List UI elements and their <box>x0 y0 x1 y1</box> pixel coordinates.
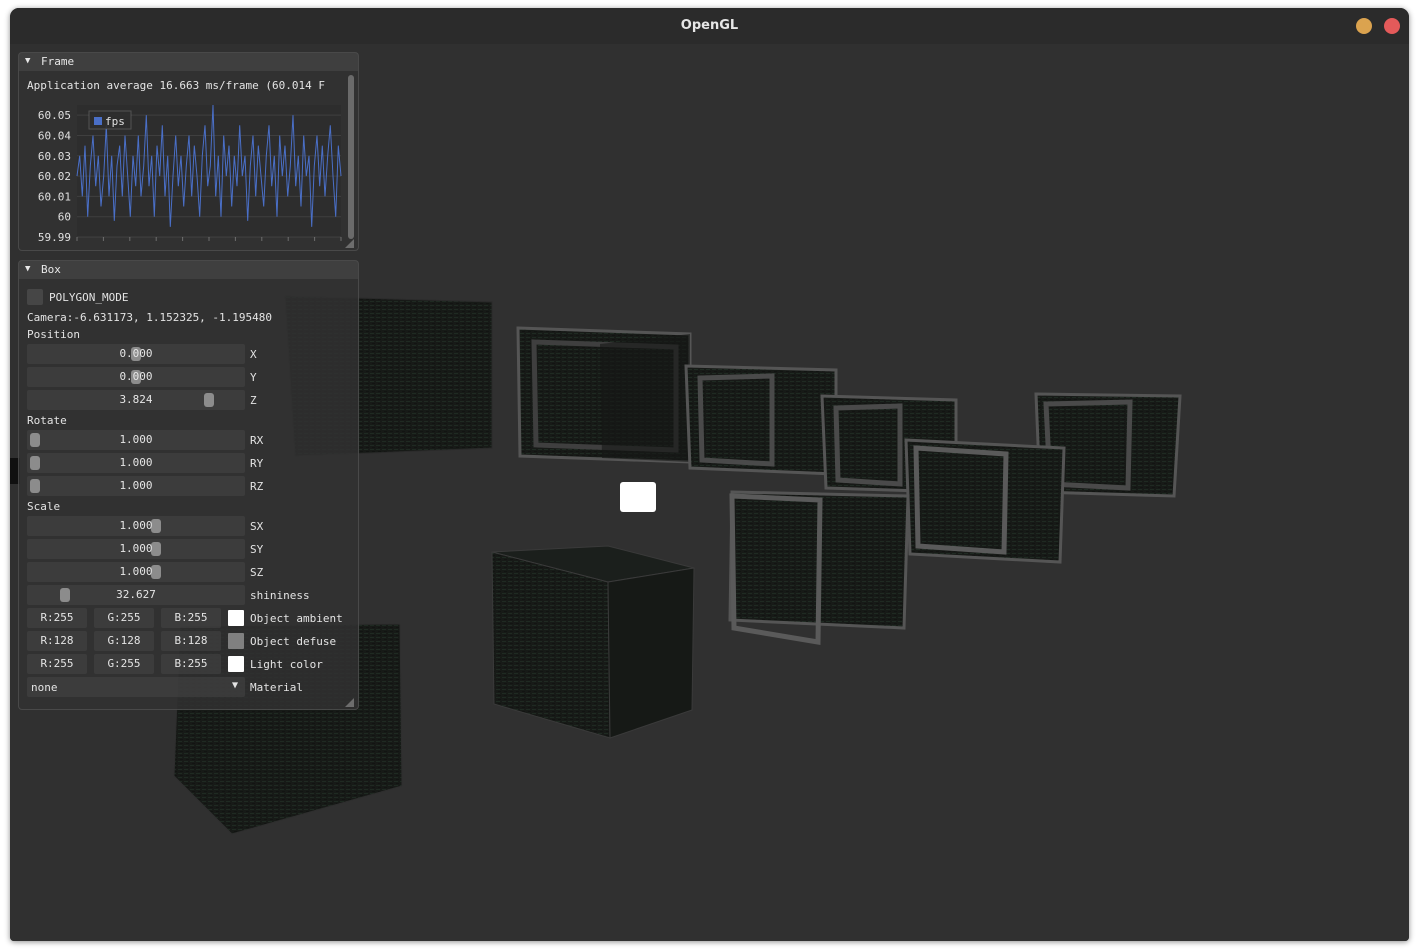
defuse-b-field[interactable]: B:128 <box>161 631 221 651</box>
ambient-r-field[interactable]: R:255 <box>27 608 87 628</box>
position-x-slider[interactable]: 0.000 <box>27 344 245 364</box>
rotate-x-slider[interactable]: 1.000 <box>27 430 245 450</box>
frame-panel: ▼ Frame Application average 16.663 ms/fr… <box>18 52 359 251</box>
slider-value: 1.000 <box>119 542 153 555</box>
frame-panel-header[interactable]: ▼ Frame <box>19 53 358 71</box>
defuse-r-field[interactable]: R:128 <box>27 631 87 651</box>
rotate-z-slider[interactable]: 1.000 <box>27 476 245 496</box>
defuse-g-field[interactable]: G:128 <box>94 631 154 651</box>
title-bar[interactable]: OpenGL <box>10 8 1409 44</box>
y-tick-label: 59.99 <box>38 231 71 244</box>
light-g-field[interactable]: G:255 <box>94 654 154 674</box>
light-color-swatch[interactable] <box>228 656 244 672</box>
y-tick-label: 60.02 <box>38 170 71 183</box>
light-b-field[interactable]: B:255 <box>161 654 221 674</box>
material-label: Material <box>250 681 303 694</box>
box-panel-header[interactable]: ▼ Box <box>19 261 358 279</box>
legend-swatch <box>94 117 102 125</box>
legend-label: fps <box>105 115 125 128</box>
box-panel: ▼ Box POLYGON_MODE Camera:-6.631173, 1.1… <box>18 260 359 710</box>
material-value: none <box>31 681 58 694</box>
ambient-g-field[interactable]: G:255 <box>94 608 154 628</box>
light-r-field[interactable]: R:255 <box>27 654 87 674</box>
slider-value: 1.000 <box>119 433 153 446</box>
slider-value: 0.000 <box>119 370 153 383</box>
slider-label: SZ <box>250 566 264 579</box>
slider-label: Z <box>250 394 257 407</box>
slider-value: 1.000 <box>119 519 153 532</box>
slider-value: 1.000 <box>119 565 153 578</box>
ambient-color-swatch[interactable] <box>228 610 244 626</box>
collapse-arrow-icon[interactable]: ▼ <box>25 56 30 66</box>
y-tick-label: 60.03 <box>38 150 71 163</box>
slider-label: SY <box>250 543 264 556</box>
scale-section-label: Scale <box>27 500 61 513</box>
slider-label: shininess <box>250 589 310 602</box>
slider-label: Y <box>250 371 257 384</box>
y-tick-label: 60.05 <box>38 109 71 122</box>
polygon-mode-checkbox[interactable] <box>27 289 43 305</box>
shininess-slider[interactable]: 32.627 <box>27 585 245 605</box>
slider-label: RX <box>250 434 264 447</box>
defuse-label: Object defuse <box>250 635 337 648</box>
position-z-slider[interactable]: 3.824 <box>27 390 245 410</box>
resize-grip[interactable] <box>345 698 354 707</box>
slider-value: 1.000 <box>119 479 153 492</box>
y-tick-label: 60.01 <box>38 190 71 203</box>
crate <box>728 490 910 645</box>
slider-label: SX <box>250 520 264 533</box>
box-panel-title: Box <box>41 263 61 276</box>
scale-x-slider[interactable]: 1.000 <box>27 516 245 536</box>
position-y-slider[interactable]: 0.000 <box>27 367 245 387</box>
light-cube <box>620 482 656 512</box>
window-title: OpenGL <box>680 18 739 33</box>
defuse-color-swatch[interactable] <box>228 633 244 649</box>
rotate-section-label: Rotate <box>27 414 67 427</box>
chart-legend: fps <box>88 110 132 130</box>
y-tick-label: 60 <box>58 211 71 224</box>
app-average-text: Application average 16.663 ms/frame (60.… <box>27 79 326 92</box>
frame-panel-title: Frame <box>41 55 75 68</box>
crate <box>904 438 1066 564</box>
material-combo[interactable]: none ▼ <box>27 677 245 697</box>
slider-value: 0.000 <box>119 347 153 360</box>
slider-label: RZ <box>250 480 264 493</box>
polygon-mode-label: POLYGON_MODE <box>49 291 129 304</box>
camera-readout: Camera:-6.631173, 1.152325, -1.195480 <box>27 311 273 324</box>
scale-z-slider[interactable]: 1.000 <box>27 562 245 582</box>
close-button[interactable] <box>1384 18 1400 34</box>
ambient-b-field[interactable]: B:255 <box>161 608 221 628</box>
rotate-y-slider[interactable]: 1.000 <box>27 453 245 473</box>
chevron-down-icon[interactable]: ▼ <box>232 680 238 691</box>
slider-label: RY <box>250 457 264 470</box>
fps-plot: 60.05 60.04 60.03 60.02 60.01 60 59.99 fps <box>38 104 342 244</box>
frame-panel-scrollbar[interactable] <box>348 75 354 239</box>
crate <box>491 545 695 739</box>
scale-y-slider[interactable]: 1.000 <box>27 539 245 559</box>
slider-label: X <box>250 348 257 361</box>
crate <box>684 364 838 476</box>
minimize-button[interactable] <box>1356 18 1372 34</box>
y-tick-label: 60.04 <box>38 129 71 142</box>
slider-value: 1.000 <box>119 456 153 469</box>
slider-value: 3.824 <box>119 393 153 406</box>
position-section-label: Position <box>27 328 80 341</box>
ambient-label: Object ambient <box>250 612 343 625</box>
light-color-label: Light color <box>250 658 323 671</box>
collapse-arrow-icon[interactable]: ▼ <box>25 264 30 274</box>
crate <box>516 326 692 464</box>
slider-value: 32.627 <box>116 588 156 601</box>
